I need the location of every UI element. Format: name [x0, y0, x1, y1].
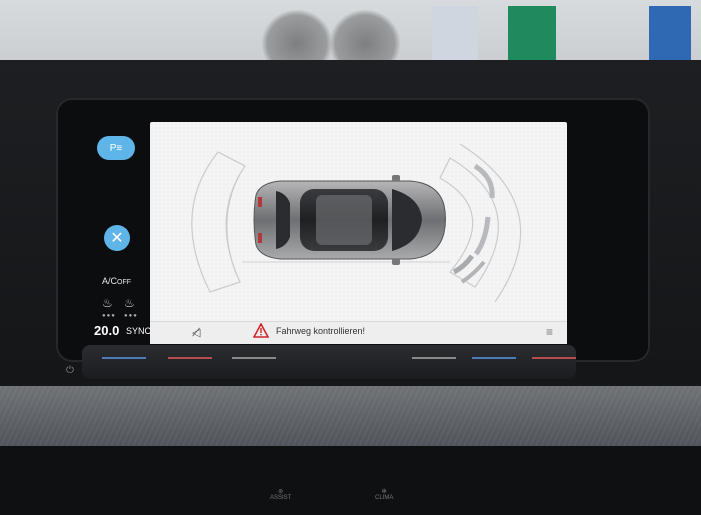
flag: [649, 6, 691, 68]
park-assist-button[interactable]: P≡: [97, 136, 135, 160]
strip-button-1[interactable]: [102, 357, 146, 359]
strip-button-2[interactable]: [168, 357, 212, 359]
tree: [262, 10, 332, 66]
clima-label: CLIMA: [375, 495, 394, 501]
clima-button[interactable]: ✻ CLIMA: [375, 488, 393, 501]
power-icon[interactable]: ⏻: [66, 365, 74, 376]
flag: [508, 6, 556, 68]
front-sensor-segment: [473, 163, 495, 199]
strip-button-4[interactable]: [412, 357, 456, 359]
side-panel: P≡ ✕ A/COFF ♨ ♨ ●●● ●●● 20.0 SYNC: [82, 118, 151, 348]
status-message: Fahrweg kontrollieren!: [276, 326, 366, 336]
seat-heat-left-level: ●●●: [102, 313, 116, 319]
rear-sensor-zone-inner: [226, 173, 241, 275]
tree: [330, 10, 400, 66]
close-icon: ✕: [110, 230, 124, 247]
temperature-readout[interactable]: 20.0: [94, 323, 119, 338]
strip-button-5[interactable]: [472, 357, 516, 359]
parking-sensor-mute-icon[interactable]: ◁̸: [192, 326, 200, 339]
ac-button[interactable]: A/COFF: [102, 276, 131, 286]
assist-label: ASSIST: [270, 495, 292, 501]
vehicle-top-view-icon: [253, 175, 446, 265]
lower-console: [0, 446, 701, 515]
menu-icon[interactable]: ≡: [546, 325, 553, 339]
assist-button[interactable]: ⊛ ASSIST: [270, 488, 291, 501]
warning-icon: [253, 323, 269, 338]
flag: [432, 6, 478, 68]
assist-icon: ⊛: [278, 489, 284, 495]
dashboard-trim-texture: [0, 386, 701, 446]
seat-heat-right-level: ●●●: [124, 313, 138, 319]
strip-button-3[interactable]: [232, 357, 276, 359]
ac-label: A/C: [102, 276, 118, 286]
close-button[interactable]: ✕: [104, 225, 130, 251]
seat-heat-left-icon[interactable]: ♨: [102, 296, 113, 310]
clima-icon: ✻: [381, 489, 387, 495]
hardware-button-strip: [82, 345, 576, 379]
strip-button-6[interactable]: [532, 357, 576, 359]
seat-heat-right-icon[interactable]: ♨: [124, 296, 135, 310]
front-sensor-segment: [473, 216, 491, 256]
park-assist-display: ◁̸ Fahrweg kontrollieren! ≡: [150, 122, 567, 344]
status-bar: ◁̸ Fahrweg kontrollieren! ≡: [150, 321, 567, 344]
rear-sensor-zone-outer: [191, 151, 246, 293]
ac-state: OFF: [117, 279, 132, 286]
sync-button[interactable]: SYNC: [126, 326, 151, 336]
